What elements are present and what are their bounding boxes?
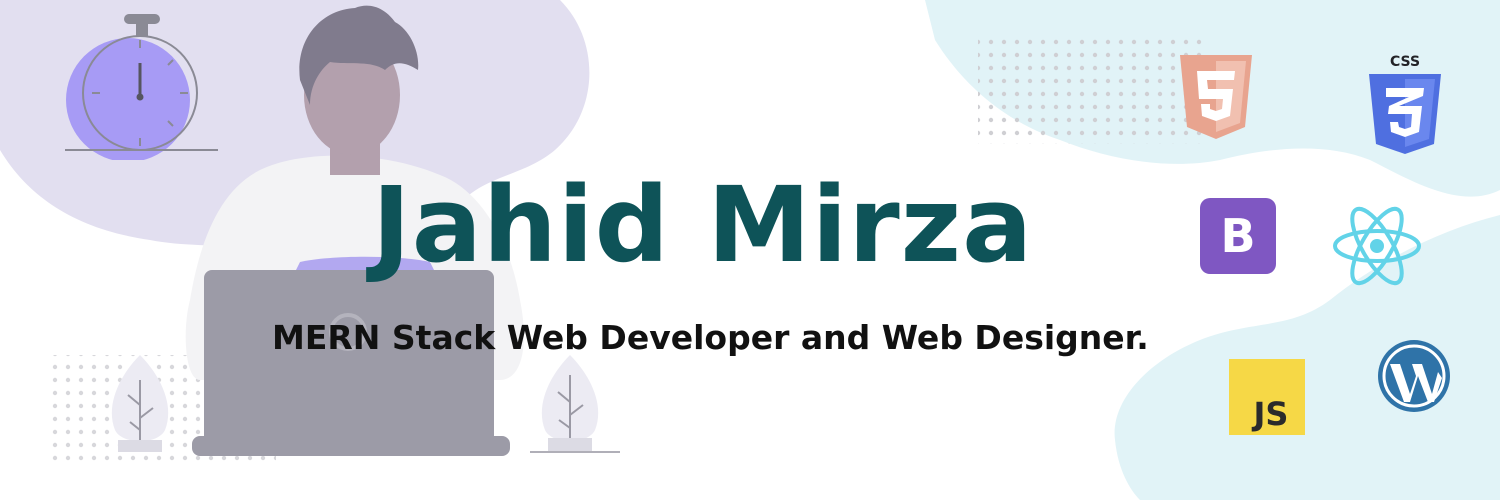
- profile-banner: CSS B JS Jahid Mirza MERN Stack Web Deve…: [0, 0, 1500, 500]
- bootstrap-logo-label: B: [1220, 209, 1255, 263]
- plant-icon: [111, 355, 169, 452]
- wordpress-icon: [1378, 340, 1450, 412]
- css-logo-label: CSS: [1390, 54, 1420, 70]
- bootstrap-icon: B: [1200, 198, 1276, 274]
- name-title: Jahid Mirza: [372, 164, 1034, 286]
- javascript-icon: JS: [1229, 359, 1305, 435]
- react-icon: [1333, 206, 1421, 286]
- javascript-logo-label: JS: [1252, 395, 1289, 433]
- plant-icon: [530, 355, 620, 453]
- html5-icon: [1180, 55, 1252, 139]
- tagline: MERN Stack Web Developer and Web Designe…: [272, 318, 1149, 357]
- laptop-base: [192, 436, 510, 456]
- dot-grid-top-right: [978, 32, 1203, 144]
- css3-icon: CSS: [1369, 54, 1441, 154]
